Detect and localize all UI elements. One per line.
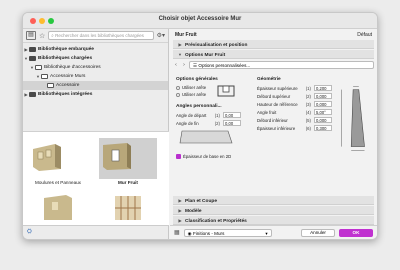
- radio-use-edge-2[interactable]: Utiliser arête: [176, 91, 206, 98]
- frame-wall-icon: [115, 196, 141, 220]
- start-angle-input[interactable]: 0,00: [223, 112, 241, 118]
- start-angle-row: Angle de départ (1) 0,00: [176, 111, 251, 119]
- folder-icon: [29, 47, 36, 52]
- top-thickness-input[interactable]: 0,200: [314, 85, 332, 91]
- next-page-button[interactable]: ›: [181, 62, 187, 68]
- previous-page-button[interactable]: ‹: [173, 62, 179, 68]
- thumb-wall-3[interactable]: [29, 192, 87, 225]
- chevron-down-icon: ▼: [178, 52, 182, 57]
- end-angle-row: Angle de fin (2) 0,00: [176, 119, 251, 127]
- object-name: Mur Fruit: [175, 32, 197, 38]
- section-model[interactable]: ▶ Modèle: [173, 206, 374, 215]
- chevron-right-icon: ▶: [178, 42, 182, 47]
- chevron-right-icon: ▶: [178, 218, 182, 223]
- battered-wall-icon: [103, 143, 131, 170]
- tree-item-accessories-library[interactable]: ▼ Bibliothèque d'accessoires: [23, 63, 168, 72]
- geometry-row: Hauteur de référence (3) 0,000: [257, 100, 332, 108]
- thumb-wall-4[interactable]: [99, 192, 157, 225]
- base-thickness-checkbox[interactable]: Épaisseur de base en 2D: [176, 152, 251, 160]
- options-left-column: Options générales Utiliser arête Utilise…: [176, 77, 251, 160]
- search-icon: ⌕: [51, 33, 54, 38]
- library-toolbar: ▤ ☆ ⌕ Rechercher dans les bibliothèques …: [23, 29, 168, 43]
- checkbox-checked-icon: [176, 153, 181, 159]
- options-panel: Options générales Utiliser arête Utilise…: [173, 77, 374, 187]
- edge-profile-icon: [217, 85, 235, 97]
- folder-icon: [47, 83, 54, 88]
- wall-section-diagram-icon: [341, 86, 365, 151]
- bottom-overhang-input[interactable]: 0,000: [314, 117, 332, 123]
- layer-icon: ▦: [174, 230, 180, 236]
- end-angle-input[interactable]: 0,00: [223, 120, 241, 126]
- angle-diagram-icon: [179, 130, 233, 144]
- section-plan[interactable]: ▶ Plan et Coupe: [173, 196, 374, 205]
- geometry-row: Angle fruit (4) 5,00°: [257, 108, 332, 116]
- geometry-row: Débord inférieur (5) 0,000: [257, 116, 332, 124]
- default-label: Défaut: [357, 32, 372, 38]
- library-bottom-bar: ⛭: [23, 225, 169, 239]
- object-header: Mur Fruit Défaut: [170, 29, 377, 39]
- options-page-select[interactable]: ☰ Options personnalisées...: [189, 60, 374, 69]
- general-options-title: Options générales: [176, 77, 218, 82]
- lower-sections: ▶ Plan et Coupe ▶ Modèle ▶ Classification e…: [170, 195, 377, 225]
- chevron-down-icon: ▾: [265, 230, 268, 236]
- wall-panel-icon: [44, 195, 72, 220]
- ok-button[interactable]: OK: [339, 228, 373, 237]
- folder-icon: [29, 56, 36, 61]
- cancel-button[interactable]: Annuler: [301, 228, 335, 237]
- geometry-title: Géométrie: [257, 77, 281, 82]
- tree-item-wall-accessories[interactable]: ▼ Accessoire Murs: [23, 72, 168, 81]
- reference-height-input[interactable]: 0,000: [314, 101, 332, 107]
- window-title: Choisir objet Accessoire Mur: [158, 16, 242, 22]
- geometry-row: Épaisseur supérieure (1) 0,200: [257, 84, 332, 92]
- object-thumbnails: Moulures et Panneaux Mur Fruit: [23, 131, 169, 225]
- thumb-mur-fruit[interactable]: Mur Fruit: [99, 138, 157, 185]
- finish-dropdown[interactable]: ◉ Finitions - Murs ▾: [183, 228, 272, 237]
- title-bar: Choisir objet Accessoire Mur: [23, 13, 377, 29]
- folder-icon: [41, 74, 48, 79]
- wall-panel-icon: [33, 144, 61, 171]
- tree-item-integrated[interactable]: ▶ Bibliothèques intégrées: [23, 90, 168, 99]
- chevron-right-icon: ▶: [178, 198, 182, 203]
- folder-icon: [29, 92, 36, 97]
- batter-angle-input[interactable]: 5,00°: [314, 109, 332, 115]
- tree-item-embedded[interactable]: ▶ Bibliothèque embarquée: [23, 45, 168, 54]
- bottom-thickness-input[interactable]: 0,300: [314, 125, 332, 131]
- radio-use-edge-1[interactable]: Utiliser arête: [176, 84, 206, 91]
- options-right-column: Géométrie Épaisseur supérieure (1) 0,200…: [257, 77, 374, 156]
- folder-icon: [35, 65, 42, 70]
- library-tree: ▶ Bibliothèque embarquée ▼ Bibliothèques c…: [23, 43, 168, 99]
- custom-angles-title: Angles personnali...: [176, 104, 222, 109]
- section-options[interactable]: ▼ Options Mur Fruit: [173, 50, 374, 59]
- folder-view-icon[interactable]: ▤: [26, 31, 36, 40]
- gear-icon[interactable]: ⚙▾: [157, 32, 165, 39]
- star-icon[interactable]: ☆: [39, 32, 45, 40]
- dialog-window: Choisir objet Accessoire Mur ▤ ☆ ⌕ Reche…: [22, 12, 378, 240]
- tree-item-loaded[interactable]: ▼ Bibliothèques chargées: [23, 54, 168, 63]
- tree-item-accessory[interactable]: Accessoire: [23, 81, 168, 90]
- library-panel: ▤ ☆ ⌕ Rechercher dans les bibliothèques …: [23, 29, 169, 239]
- section-preview[interactable]: ▶ Prévisualisation et position: [173, 40, 374, 49]
- top-overhang-input[interactable]: 0,000: [314, 93, 332, 99]
- dialog-footer: ▦ ◉ Finitions - Murs ▾ Annuler OK: [170, 225, 377, 239]
- library-manager-icon[interactable]: ⛭: [27, 229, 32, 236]
- options-nav: ‹ › ☰ Options personnalisées...: [173, 60, 374, 69]
- chevron-right-icon: ▶: [178, 208, 182, 213]
- geometry-row: Débord supérieur (2) 0,000: [257, 92, 332, 100]
- settings-panel: Mur Fruit Défaut ▶ Prévisualisation et po…: [170, 29, 377, 239]
- thumb-moulures[interactable]: Moulures et Panneaux: [29, 138, 87, 185]
- search-input[interactable]: ⌕ Rechercher dans les bibliothèques char…: [48, 31, 154, 40]
- geometry-row: Épaisseur inférieure (6) 0,300: [257, 124, 332, 132]
- section-classification[interactable]: ▶ Classification et Propriétés: [173, 216, 374, 225]
- search-placeholder: Rechercher dans les bibliothèques chargé…: [55, 33, 144, 38]
